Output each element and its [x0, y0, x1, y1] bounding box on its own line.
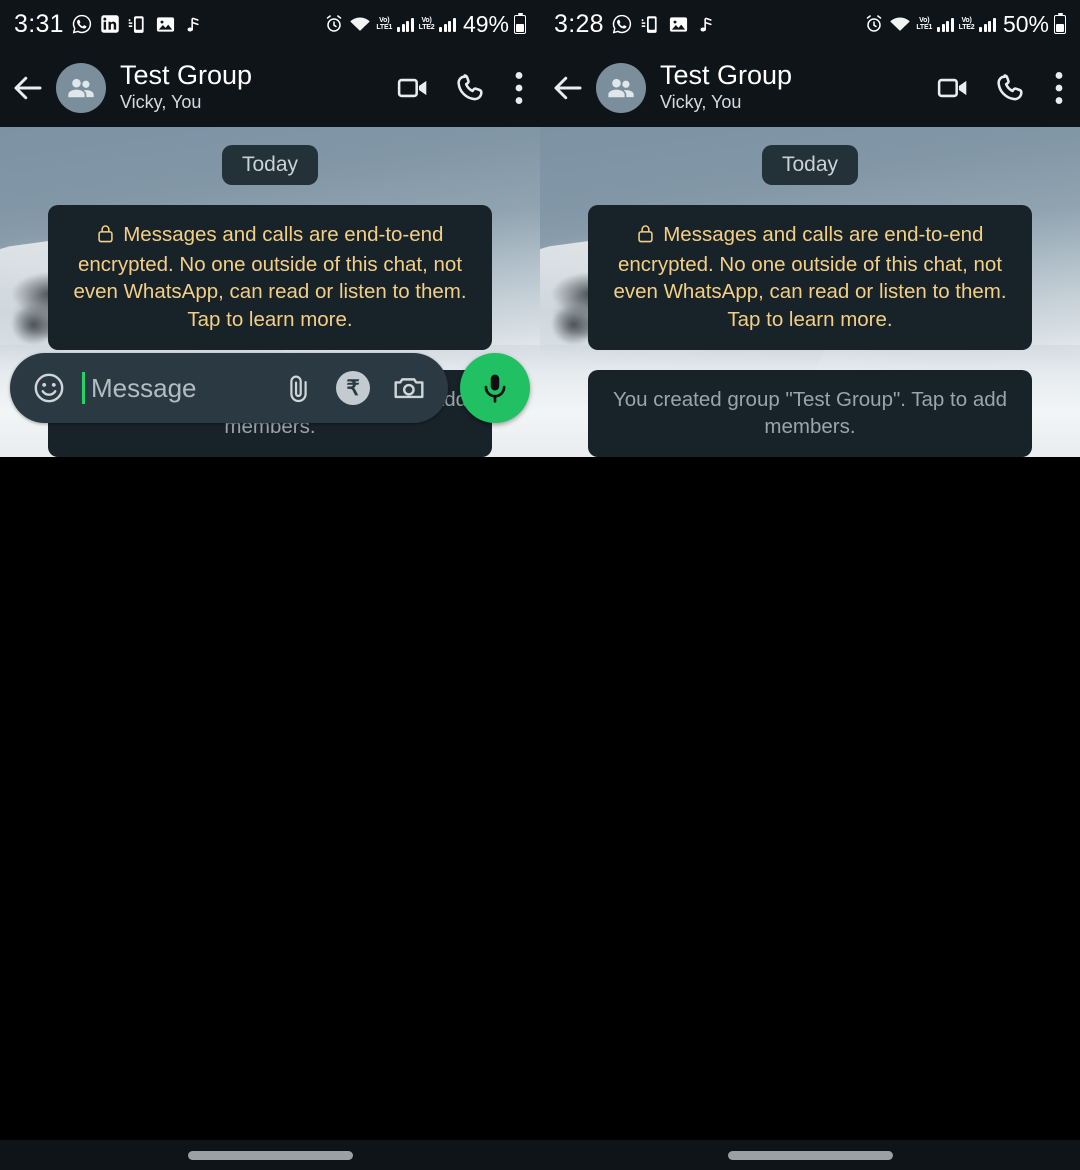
left-phone-screen: 3:31 Vo) LTE1 Vo) LTE2 49% Test Group Vi… [0, 0, 540, 1170]
group-avatar[interactable] [596, 62, 646, 113]
music-note-icon [183, 14, 203, 34]
text-cursor [82, 372, 85, 405]
header-titles: Test Group Vicky, You [660, 60, 792, 114]
android-nav-bar-right [540, 1140, 1080, 1170]
message-input-placeholder[interactable]: Message [82, 372, 267, 405]
header-titles: Test Group Vicky, You [120, 60, 252, 114]
status-bar-left: 3:31 Vo) LTE1 Vo) LTE2 49% [0, 0, 540, 48]
status-left-group: 3:31 [14, 10, 203, 39]
day-separator: Today [221, 145, 319, 185]
back-arrow-icon[interactable] [10, 70, 46, 106]
battery-percent: 49% [462, 10, 509, 37]
header-actions [936, 71, 1064, 105]
placeholder-text: Message [91, 372, 197, 403]
volte-lte1-icon: Vo) LTE1 [916, 17, 933, 31]
voice-call-icon[interactable] [996, 72, 1028, 104]
chat-body-right: Today Messages and calls are end-to-end … [540, 127, 1080, 458]
chat-header-left: Test Group Vicky, You [0, 48, 540, 127]
photos-icon [155, 14, 176, 35]
wifi-icon [349, 14, 371, 34]
system-message-bubble[interactable]: You created group "Test Group". Tap to a… [588, 369, 1032, 458]
page-title: Test Group [660, 60, 793, 91]
photos-icon [668, 14, 689, 35]
payment-icon[interactable]: ₹ [336, 371, 370, 406]
emoji-icon[interactable] [32, 371, 66, 405]
volte-lte2-icon: Vo) LTE2 [958, 17, 975, 31]
encryption-notice-text: Messages and calls are end-to-end encryp… [613, 223, 1007, 332]
dual-screenshot-comparison: 3:31 Vo) LTE1 Vo) LTE2 49% Test Group Vi… [0, 0, 1080, 1170]
camera-icon[interactable] [392, 371, 426, 405]
lock-icon [637, 225, 660, 248]
right-phone-screen: 3:28 Vo) LTE1 Vo) LTE2 50% Test Group Vi… [540, 0, 1080, 1170]
alarm-icon [864, 14, 884, 34]
alarm-icon [324, 14, 344, 34]
status-left-group-right: 3:28 [554, 10, 716, 39]
more-options-icon[interactable] [1054, 71, 1064, 105]
composer-actions: ₹ [283, 371, 426, 406]
lock-icon [97, 225, 120, 248]
composer-left: Message ₹ [0, 353, 540, 424]
linkedin-icon [100, 14, 120, 34]
whatsapp-icon [71, 13, 93, 35]
status-bar-right: 3:28 Vo) LTE1 Vo) LTE2 50% [540, 0, 1080, 48]
more-options-icon[interactable] [514, 71, 524, 105]
video-call-icon[interactable] [936, 71, 970, 105]
message-input-pill[interactable]: Message ₹ [10, 353, 448, 424]
battery-icon [514, 12, 526, 34]
header-actions [396, 71, 524, 105]
page-title: Test Group [120, 60, 253, 91]
group-members-subtitle: Vicky, You [120, 92, 202, 113]
back-arrow-icon[interactable] [550, 70, 586, 106]
paperclip-icon[interactable] [283, 373, 314, 404]
volte-lte1-icon: Vo) LTE1 [376, 17, 393, 31]
status-right-group-right: Vo) LTE1 Vo) LTE2 50% [864, 11, 1066, 38]
group-members-subtitle: Vicky, You [660, 92, 742, 113]
message-list-right: Today Messages and calls are end-to-end … [540, 127, 1080, 458]
encryption-notice-bubble[interactable]: Messages and calls are end-to-end encryp… [588, 205, 1032, 350]
status-right-group: Vo) LTE1 Vo) LTE2 49% [324, 11, 526, 38]
day-separator: Today [761, 145, 859, 185]
status-time: 3:31 [14, 9, 64, 38]
group-avatar[interactable] [56, 62, 106, 113]
nav-home-pill[interactable] [727, 1150, 893, 1160]
volte-lte2-icon: Vo) LTE2 [418, 17, 435, 31]
whatsapp-icon [611, 13, 633, 35]
android-nav-bar-left [0, 1140, 540, 1170]
chat-body-left: Today Messages and calls are end-to-end … [0, 127, 540, 458]
nav-home-pill[interactable] [187, 1150, 353, 1160]
encryption-notice-text: Messages and calls are end-to-end encryp… [73, 223, 467, 332]
screen-cast-icon [640, 14, 661, 35]
video-call-icon[interactable] [396, 71, 430, 105]
encryption-notice-bubble[interactable]: Messages and calls are end-to-end encryp… [48, 205, 492, 350]
signal-lte1-icon [397, 17, 414, 32]
music-note-icon [696, 14, 716, 34]
voice-call-icon[interactable] [456, 72, 488, 104]
battery-icon [1054, 12, 1066, 34]
battery-percent-right: 50% [1002, 10, 1049, 37]
signal-lte2-icon [439, 17, 456, 32]
status-time-right: 3:28 [554, 9, 604, 38]
signal-lte1-icon [937, 17, 954, 32]
chat-header-right: Test Group Vicky, You [540, 48, 1080, 127]
screen-cast-icon [127, 14, 148, 35]
signal-lte2-icon [979, 17, 996, 32]
voice-record-button[interactable] [460, 353, 530, 424]
wifi-icon [889, 14, 911, 34]
